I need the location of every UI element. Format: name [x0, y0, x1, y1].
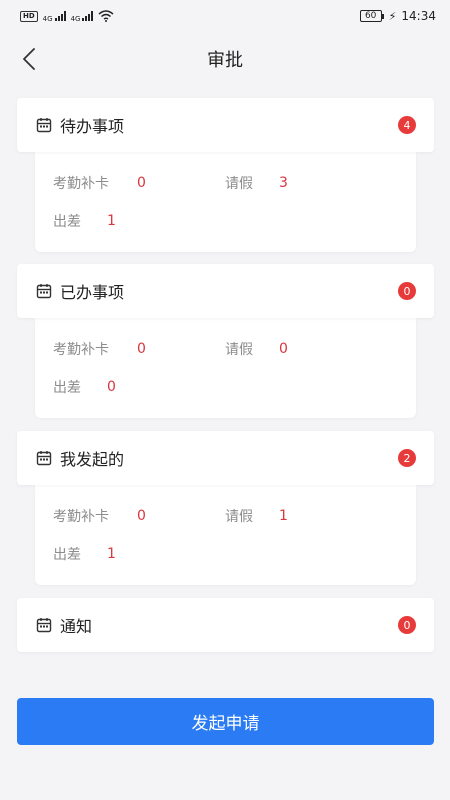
stat-attendance[interactable]: 考勤补卡 0 [53, 173, 146, 193]
signal-icon-2 [82, 11, 94, 21]
stat-value: 0 [107, 379, 116, 395]
signal-icon [54, 11, 66, 21]
section-body-done: 考勤补卡 0 请假 0 出差 0 [35, 318, 416, 418]
stat-trip[interactable]: 出差 0 [53, 377, 116, 397]
approval-screen: HD 4G 4G 60 ⚡ 14:34 审批 待办事项 4 考勤补卡 0 请假 … [0, 0, 450, 800]
calendar-icon [36, 283, 52, 299]
section-body-initiated: 考勤补卡 0 请假 1 出差 1 [35, 485, 416, 585]
section-header-done[interactable]: 已办事项 0 [17, 264, 434, 318]
status-right: 60 ⚡ 14:34 [359, 9, 436, 23]
submit-application-button[interactable]: 发起申请 [17, 698, 434, 745]
status-bar: HD 4G 4G 60 ⚡ 14:34 [0, 0, 450, 32]
stat-leave[interactable]: 请假 1 [225, 506, 288, 526]
section-title: 已办事项 [60, 283, 125, 302]
charging-icon: ⚡ [388, 9, 397, 23]
section-header-notice[interactable]: 通知 0 [17, 598, 434, 652]
stat-value: 0 [279, 341, 288, 357]
network-type-1: 4G [42, 15, 53, 23]
hd-indicator: HD [20, 10, 38, 22]
stat-label: 请假 [225, 176, 253, 192]
calendar-icon [36, 617, 52, 633]
stat-label: 考勤补卡 [53, 509, 109, 525]
network-type-2: 4G [70, 15, 81, 23]
count-badge: 4 [398, 116, 416, 134]
stat-value: 3 [279, 175, 288, 191]
stat-value: 1 [107, 546, 116, 562]
wifi-icon [98, 10, 114, 22]
stat-label: 出差 [53, 380, 81, 396]
stat-label: 请假 [225, 509, 253, 525]
nav-bar: 审批 [0, 32, 450, 86]
page-title: 审批 [207, 50, 243, 71]
stat-leave[interactable]: 请假 3 [225, 173, 288, 193]
back-button[interactable] [14, 44, 44, 74]
stat-label: 出差 [53, 547, 81, 563]
chevron-left-icon [23, 48, 35, 70]
status-left: HD 4G 4G [20, 9, 114, 23]
stat-value: 0 [137, 508, 146, 524]
calendar-icon [36, 450, 52, 466]
section-title: 我发起的 [60, 450, 125, 469]
stat-attendance[interactable]: 考勤补卡 0 [53, 506, 146, 526]
stat-label: 考勤补卡 [53, 176, 109, 192]
section-header-pending[interactable]: 待办事项 4 [17, 98, 434, 152]
clock: 14:34 [401, 9, 436, 23]
section-header-initiated[interactable]: 我发起的 2 [17, 431, 434, 485]
section-title: 待办事项 [60, 117, 125, 136]
stat-value: 1 [107, 213, 116, 229]
stat-value: 0 [137, 341, 146, 357]
section-done: 已办事项 0 考勤补卡 0 请假 0 出差 0 [17, 264, 434, 418]
stat-value: 1 [279, 508, 288, 524]
count-badge: 0 [398, 616, 416, 634]
stat-label: 考勤补卡 [53, 342, 109, 358]
stat-label: 请假 [225, 342, 253, 358]
count-badge: 0 [398, 282, 416, 300]
battery-icon: 60 [359, 10, 384, 22]
stat-label: 出差 [53, 214, 81, 230]
stat-trip[interactable]: 出差 1 [53, 544, 116, 564]
stat-trip[interactable]: 出差 1 [53, 211, 116, 231]
stat-leave[interactable]: 请假 0 [225, 339, 288, 359]
section-pending: 待办事项 4 考勤补卡 0 请假 3 出差 1 [17, 98, 434, 252]
count-badge: 2 [398, 449, 416, 467]
section-body-pending: 考勤补卡 0 请假 3 出差 1 [35, 152, 416, 252]
section-notice: 通知 0 [17, 598, 434, 652]
section-title: 通知 [60, 617, 93, 636]
stat-attendance[interactable]: 考勤补卡 0 [53, 339, 146, 359]
stat-value: 0 [137, 175, 146, 191]
section-initiated: 我发起的 2 考勤补卡 0 请假 1 出差 1 [17, 431, 434, 585]
calendar-icon [36, 117, 52, 133]
